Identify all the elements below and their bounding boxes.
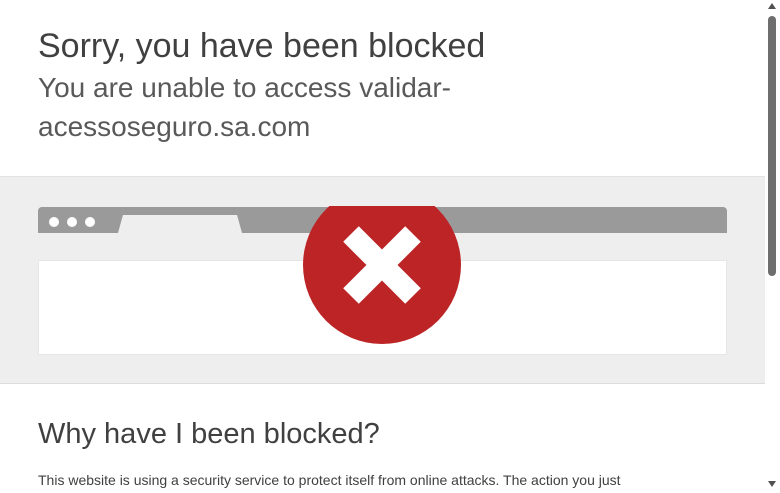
browser-tab-illustration (118, 215, 242, 233)
scrollbar-thumb[interactable] (768, 16, 776, 276)
scroll-up-arrow-icon[interactable] (768, 3, 776, 9)
window-dot-icon (67, 217, 77, 227)
page-subtitle: You are unable to access validar-acessos… (38, 72, 451, 142)
why-blocked-text: This website is using a security service… (38, 472, 621, 488)
header: Sorry, you have been blocked You are una… (0, 0, 765, 176)
scroll-down-arrow-icon[interactable] (768, 481, 776, 487)
page: Sorry, you have been blocked You are una… (0, 0, 765, 493)
blocked-illustration (0, 176, 765, 384)
error-x-circle-icon (303, 206, 461, 344)
vertical-scrollbar[interactable] (765, 0, 780, 493)
page-title: Sorry, you have been blocked (38, 27, 486, 65)
window-dot-icon (49, 217, 59, 227)
window-dot-icon (85, 217, 95, 227)
why-blocked-heading: Why have I been blocked? (38, 418, 380, 450)
